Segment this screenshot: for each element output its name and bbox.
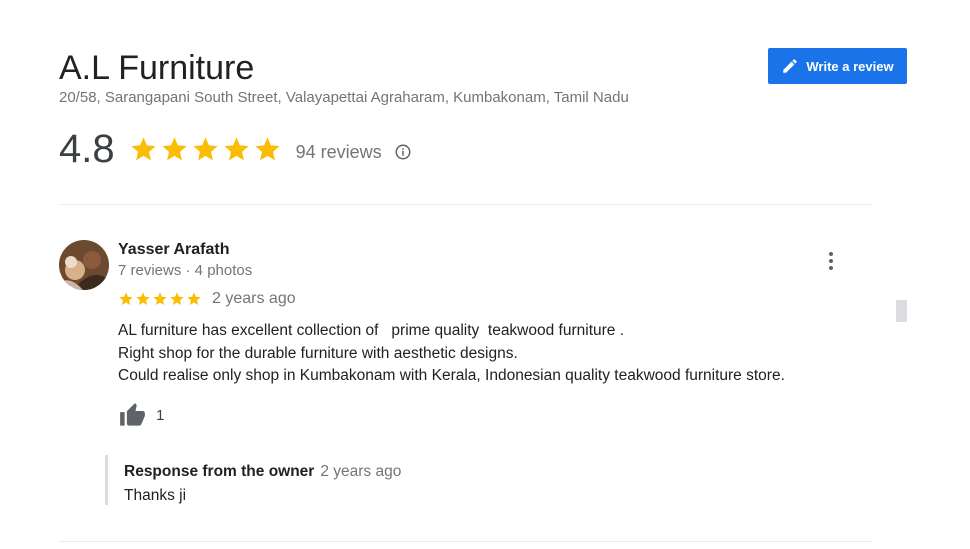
write-review-button[interactable]: Write a review [768, 48, 907, 84]
star-icon [119, 292, 133, 305]
rating-value: 4.8 [59, 127, 115, 171]
star-icon [153, 292, 167, 305]
more-vert-icon[interactable] [821, 249, 841, 273]
star-icon [162, 136, 187, 160]
owner-response-date: 2 years ago [320, 463, 402, 480]
reviewer-name[interactable]: Yasser Arafath [118, 240, 229, 259]
review-rating: 2 years ago [118, 289, 296, 309]
overall-rating: 4.8 94 reviews [59, 126, 412, 172]
owner-response-header: Response from the owner 2 years ago [124, 462, 401, 482]
divider [59, 204, 872, 205]
owner-response-text: Thanks ji [124, 487, 187, 504]
avatar[interactable] [59, 240, 109, 290]
review-date: 2 years ago [212, 290, 296, 307]
business-address: 20/58, Sarangapani South Street, Valayap… [59, 89, 629, 106]
divider [59, 541, 872, 542]
pencil-icon [783, 59, 798, 73]
info-icon[interactable] [394, 143, 412, 161]
review-stars [118, 291, 202, 307]
like-row: 1 [118, 401, 164, 429]
star-icon [136, 292, 150, 305]
star-icon [187, 292, 201, 305]
write-review-label: Write a review [806, 58, 894, 74]
scrollbar-thumb[interactable] [896, 300, 907, 322]
like-count: 1 [156, 406, 165, 424]
reviewer-meta: 7 reviews · 4 photos [118, 262, 253, 279]
star-icon [224, 136, 249, 160]
review-text: AL furniture has excellent collection of… [118, 322, 785, 384]
reviews-count[interactable]: 94 reviews [296, 142, 382, 163]
star-icon [193, 136, 218, 160]
business-title: A.L Furniture [59, 49, 255, 87]
owner-response-bar [105, 455, 108, 505]
overall-stars [129, 135, 282, 164]
star-icon [131, 136, 156, 160]
star-icon [255, 136, 280, 160]
star-icon [170, 292, 184, 305]
owner-response-label: Response from the owner [124, 463, 315, 480]
thumb-up-icon[interactable] [118, 402, 147, 429]
